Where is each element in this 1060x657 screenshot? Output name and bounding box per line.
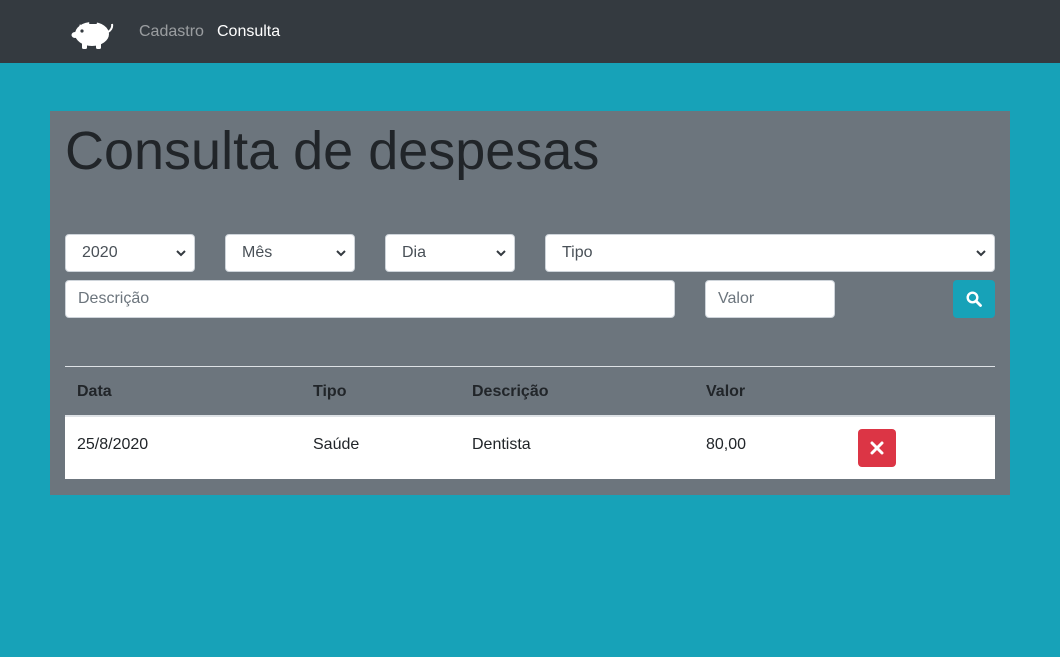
ano-select-value: 2020 [82,244,118,261]
nav-link-consulta[interactable]: Consulta [217,22,280,42]
table-row: 25/8/2020 Saúde Dentista 80,00 [65,415,995,479]
cell-valor: 80,00 [706,436,747,453]
chevron-down-icon [336,250,346,257]
nav-link-cadastro[interactable]: Cadastro [139,22,204,42]
piggy-bank-icon[interactable] [70,14,114,52]
table-header-data: Data [77,383,112,400]
navbar: Cadastro Consulta [0,0,1060,63]
tipo-select-value: Tipo [562,244,593,261]
descricao-input[interactable] [65,280,675,318]
chevron-down-icon [176,250,186,257]
delete-button[interactable] [858,429,896,467]
ano-select[interactable]: 2020 [65,234,195,272]
table-header-tipo: Tipo [313,383,347,400]
tipo-select[interactable]: Tipo [545,234,995,272]
mes-select-value: Mês [242,244,273,261]
search-button[interactable] [953,280,995,318]
close-icon [870,441,884,455]
cell-tipo: Saúde [313,436,360,453]
consulta-card: Consulta de despesas 2020 Mês Dia Tipo D… [50,111,1010,495]
cell-data: 25/8/2020 [77,436,149,453]
cell-descricao: Dentista [472,436,531,453]
chevron-down-icon [976,250,986,257]
valor-input[interactable] [705,280,835,318]
mes-select[interactable]: Mês [225,234,355,272]
table-header-descricao: Descrição [472,383,549,400]
page-title: Consulta de despesas [65,121,600,181]
divider [65,366,995,367]
chevron-down-icon [496,250,506,257]
table-header-valor: Valor [706,383,746,400]
dia-select-value: Dia [402,244,427,261]
search-icon [966,291,982,307]
dia-select[interactable]: Dia [385,234,515,272]
